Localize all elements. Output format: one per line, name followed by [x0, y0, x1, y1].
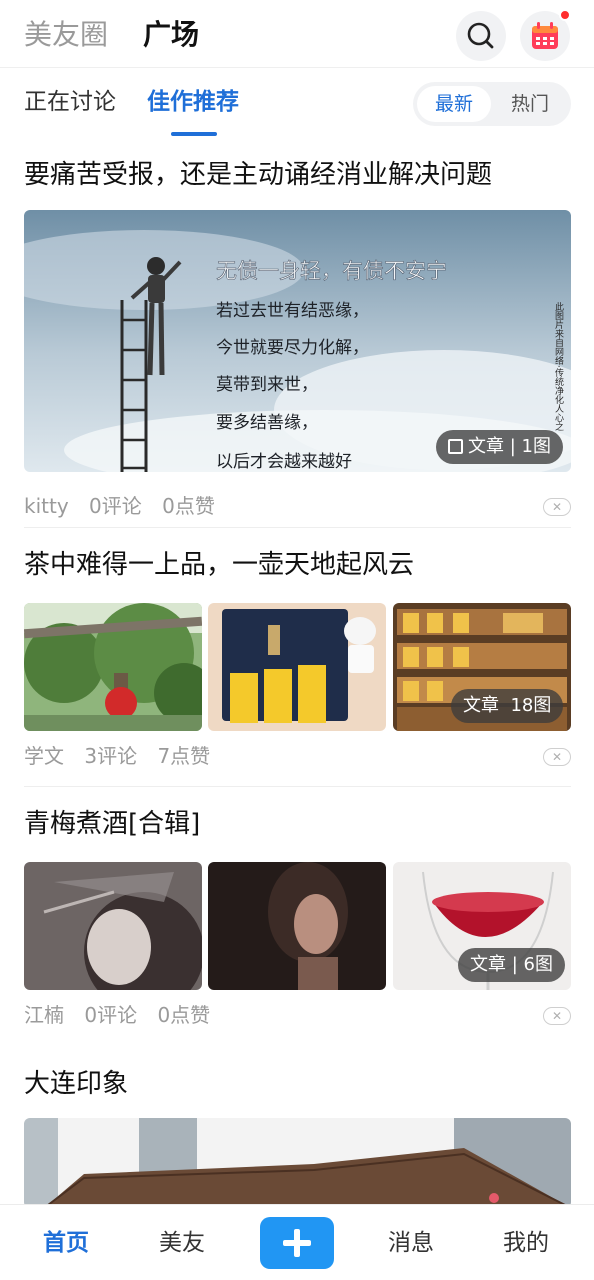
post-likes[interactable]: 7点赞 — [157, 744, 210, 768]
post-author[interactable]: 江楠 — [24, 1003, 64, 1027]
divider — [24, 786, 571, 787]
post-badge: 文章 | 6图 — [458, 948, 565, 982]
post-thumbnail[interactable]: 文章 | 6图 — [393, 862, 571, 990]
post-thumbnail[interactable]: 文章 18图 — [393, 603, 571, 731]
post-badge: 文章 18图 — [451, 689, 564, 723]
post-meta: kitty 0评论 0点赞 — [24, 492, 229, 520]
dismiss-icon[interactable]: ✕ — [543, 1007, 571, 1025]
nav-friends[interactable]: 美友 — [159, 1227, 205, 1259]
notification-dot — [559, 9, 571, 21]
image-caption-line: 莫带到来世， — [216, 375, 318, 395]
app-screen: 美友圈 广场 正在讨论 佳作推荐 最新 热门 要痛苦受报，还是主动诵经消业解决问… — [0, 0, 594, 1280]
post-title[interactable]: 青梅煮酒[合辑] — [24, 807, 200, 841]
post-image-row: 文章 | 6图 — [24, 862, 571, 990]
image-caption-line: 今世就要尽力化解， — [216, 338, 369, 358]
dismiss-icon[interactable]: ✕ — [543, 498, 571, 516]
woman-wineglass-image — [24, 862, 202, 990]
tea-box-image — [208, 603, 386, 731]
post-author[interactable]: kitty — [24, 494, 69, 518]
post-cover-image[interactable] — [24, 1118, 571, 1208]
badge-count: 1图 — [521, 436, 551, 457]
post-meta: 江楠 0评论 0点赞 — [24, 1001, 224, 1029]
image-caption-line: 若过去世有结恶缘， — [216, 301, 369, 321]
image-side-caption: 此图片来自网络·传统净化人心之 — [553, 301, 564, 432]
post-comments[interactable]: 0评论 — [84, 1003, 137, 1027]
image-caption-line: 无债一身轻，有债不安宁 — [216, 259, 447, 283]
nav-mine[interactable]: 我的 — [503, 1227, 549, 1259]
badge-type: 文章 — [463, 695, 499, 716]
post-card[interactable]: 要痛苦受报，还是主动诵经消业解决问题 无债一身轻，有债不安宁 若过去世有结恶缘，… — [24, 158, 571, 518]
sort-toggle: 最新 热门 — [413, 82, 571, 126]
nav-home[interactable]: 首页 — [43, 1227, 89, 1259]
dalian-building-image — [24, 1118, 571, 1208]
post-thumbnail[interactable] — [208, 603, 386, 731]
badge-type: 文章 — [470, 954, 506, 975]
post-card[interactable]: 茶中难得一上品，一壶天地起风云 文章 18图 学文 3评论 7点赞 ✕ — [24, 548, 571, 776]
badge-count: 18图 — [510, 695, 552, 716]
plus-icon — [283, 1229, 311, 1257]
post-comments[interactable]: 0评论 — [89, 494, 142, 518]
post-title[interactable]: 要痛苦受报，还是主动诵经消业解决问题 — [24, 158, 492, 192]
post-thumbnail[interactable] — [24, 862, 202, 990]
top-header: 美友圈 广场 — [0, 0, 594, 68]
search-button[interactable] — [456, 11, 506, 61]
article-icon — [448, 439, 463, 454]
dismiss-icon[interactable]: ✕ — [543, 748, 571, 766]
post-badge: 文章 | 1图 — [436, 430, 563, 464]
tab-meiyouquan[interactable]: 美友圈 — [24, 16, 108, 54]
badge-count: 6图 — [523, 954, 553, 975]
tree-image — [24, 603, 202, 731]
active-tab-indicator — [171, 132, 217, 136]
post-title[interactable]: 大连印象 — [24, 1067, 128, 1101]
post-card[interactable]: 大连印象 — [24, 1067, 571, 1208]
bottom-nav: 首页 美友 消息 我的 — [0, 1204, 594, 1280]
divider — [24, 527, 571, 528]
post-likes[interactable]: 0点赞 — [162, 494, 215, 518]
tab-discussing[interactable]: 正在讨论 — [24, 86, 116, 118]
post-card[interactable]: 青梅煮酒[合辑] 文章 | 6图 江楠 0评论 0点赞 ✕ — [24, 807, 571, 1035]
image-caption-line: 以后才会越来越好 — [216, 452, 352, 472]
sub-tab-bar: 正在讨论 佳作推荐 最新 热门 — [0, 68, 594, 150]
post-thumbnail[interactable] — [208, 862, 386, 990]
tab-guangchang[interactable]: 广场 — [143, 16, 199, 54]
badge-type: 文章 — [468, 436, 504, 457]
woman-portrait-image — [208, 862, 386, 990]
sort-latest-button[interactable]: 最新 — [417, 86, 491, 122]
post-cover-image[interactable]: 无债一身轻，有债不安宁 若过去世有结恶缘， 今世就要尽力化解， 莫带到来世， 要… — [24, 210, 571, 472]
tab-recommended[interactable]: 佳作推荐 — [147, 86, 239, 118]
post-thumbnail[interactable] — [24, 603, 202, 731]
nav-messages[interactable]: 消息 — [388, 1227, 434, 1259]
post-meta: 学文 3评论 7点赞 — [24, 742, 224, 770]
image-caption-line: 要多结善缘， — [216, 413, 318, 433]
search-icon — [467, 22, 494, 49]
add-post-button[interactable] — [260, 1217, 334, 1269]
post-comments[interactable]: 3评论 — [84, 744, 137, 768]
post-image-row: 文章 18图 — [24, 603, 571, 731]
post-title[interactable]: 茶中难得一上品，一壶天地起风云 — [24, 548, 414, 582]
sort-hot-button[interactable]: 热门 — [493, 86, 567, 122]
post-likes[interactable]: 0点赞 — [157, 1003, 210, 1027]
post-author[interactable]: 学文 — [24, 744, 64, 768]
